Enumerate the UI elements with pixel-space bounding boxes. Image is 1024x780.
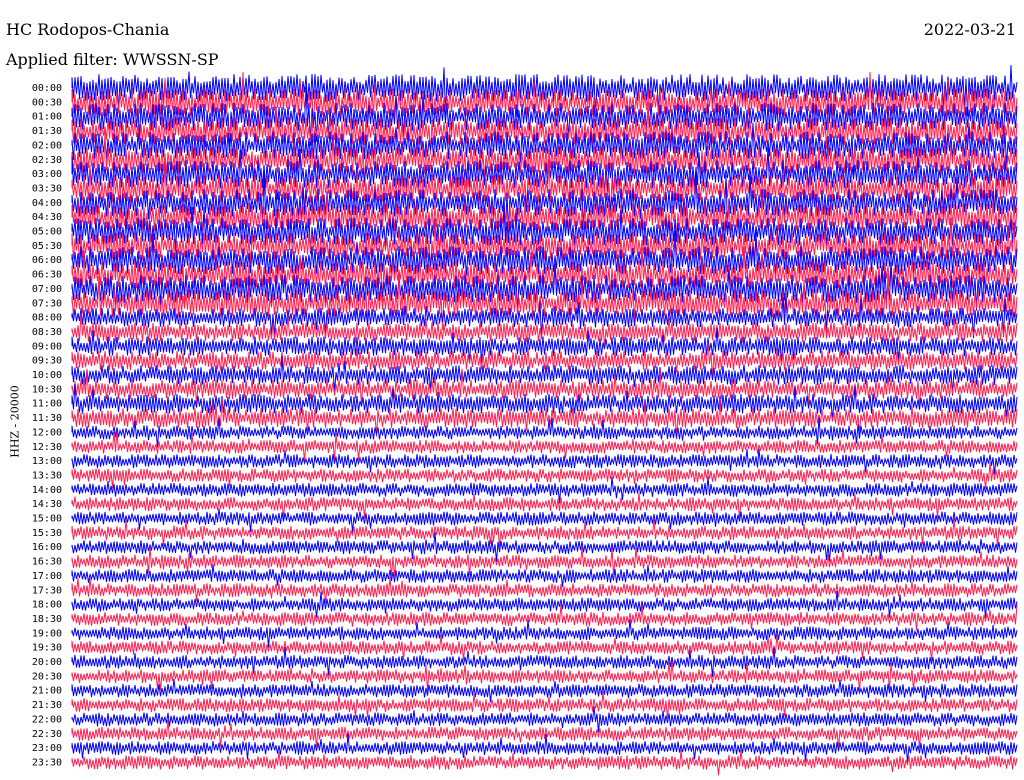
row-time-label: 22:30 — [32, 729, 62, 740]
helicorder-traces — [71, 65, 1018, 776]
row-time-label: 14:00 — [32, 485, 62, 496]
row-time-label: 03:30 — [32, 183, 62, 194]
row-time-label: 20:00 — [32, 657, 62, 668]
row-time-label: 21:00 — [32, 686, 62, 697]
row-time-label: 12:00 — [32, 427, 62, 438]
row-time-label: 08:30 — [32, 327, 62, 338]
trace-row — [71, 691, 1018, 719]
row-time-label: 07:00 — [32, 284, 62, 295]
row-time-label: 16:30 — [32, 557, 62, 568]
row-time-label: 21:30 — [32, 700, 62, 711]
row-time-label: 05:30 — [32, 241, 62, 252]
row-time-label: 15:30 — [32, 528, 62, 539]
trace-row — [71, 476, 1018, 504]
row-time-label: 00:30 — [32, 97, 62, 108]
row-time-label: 18:30 — [32, 614, 62, 625]
row-time-label: 12:30 — [32, 442, 62, 453]
row-time-label: 04:00 — [32, 198, 62, 209]
trace-row — [71, 462, 1018, 489]
row-time-label: 15:00 — [32, 514, 62, 525]
row-time-label: 23:00 — [32, 743, 62, 754]
seismogram-plot: 00:00 00:30 01:00 01:30 02:00 02:30 03:00 03:30… — [32, 65, 1018, 776]
row-time-label: 17:00 — [32, 571, 62, 582]
row-time-label: 08:00 — [32, 313, 62, 324]
row-time-label: 01:30 — [32, 126, 62, 137]
row-time-label: 14:30 — [32, 499, 62, 510]
row-time-label: 20:30 — [32, 671, 62, 682]
trace-row — [71, 508, 1018, 533]
row-time-label: 09:00 — [32, 341, 62, 352]
row-time-label: 19:00 — [32, 628, 62, 639]
row-time-label: 02:30 — [32, 155, 62, 166]
row-time-label: 13:00 — [32, 456, 62, 467]
trace-row — [71, 678, 1018, 703]
row-time-label: 23:30 — [32, 757, 62, 768]
row-time-label: 11:00 — [32, 399, 62, 410]
row-time-label: 06:00 — [32, 255, 62, 266]
row-time-label: 18:00 — [32, 600, 62, 611]
time-labels: 00:00 00:30 01:00 01:30 02:00 02:30 03:00 03:30… — [32, 83, 62, 768]
row-time-label: 11:30 — [32, 413, 62, 424]
row-time-label: 04:30 — [32, 212, 62, 223]
row-time-label: 00:00 — [32, 83, 62, 94]
row-time-label: 10:00 — [32, 370, 62, 381]
row-time-label: 16:00 — [32, 542, 62, 553]
row-time-label: 06:30 — [32, 270, 62, 281]
row-time-label: 22:00 — [32, 714, 62, 725]
row-time-label: 02:00 — [32, 140, 62, 151]
row-time-label: 13:30 — [32, 470, 62, 481]
row-time-label: 19:30 — [32, 643, 62, 654]
row-time-label: 03:00 — [32, 169, 62, 180]
row-time-label: 01:00 — [32, 112, 62, 123]
row-time-label: 09:30 — [32, 356, 62, 367]
row-time-label: 05:00 — [32, 227, 62, 238]
row-time-label: 17:30 — [32, 585, 62, 596]
row-time-label: 07:30 — [32, 298, 62, 309]
trace-row — [71, 492, 1018, 519]
row-time-label: 10:30 — [32, 384, 62, 395]
